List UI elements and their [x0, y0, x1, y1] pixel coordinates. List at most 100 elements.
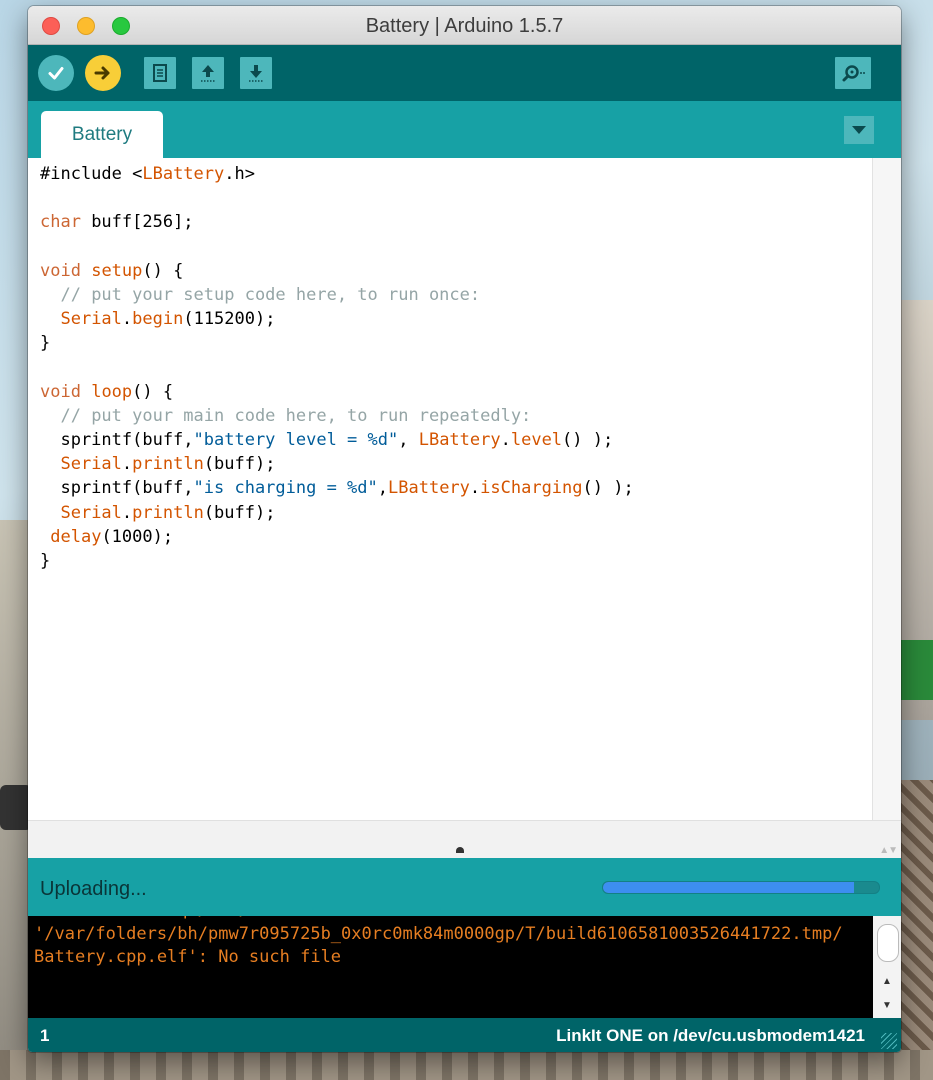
code-token: loop	[91, 381, 133, 402]
down-arrow-icon	[249, 65, 263, 82]
editor-horizontal-scrollbar[interactable]: ▲▼	[28, 820, 901, 859]
scroll-down-icon[interactable]: ▼	[877, 996, 897, 1014]
verify-button[interactable]	[38, 55, 74, 91]
code-token: (buff);	[203, 454, 276, 475]
code-token: }	[40, 333, 51, 354]
code-line[interactable]	[40, 356, 873, 380]
console-text: ust-1.0.0-2014q2/bin/arm-none-eabi-size:…	[34, 916, 843, 970]
scroll-arrows-icon[interactable]: ▲▼	[879, 845, 898, 856]
code-token: begin	[132, 309, 184, 330]
desktop-background-rails	[0, 1050, 933, 1080]
code-token: setup	[91, 260, 143, 281]
code-token: println	[132, 502, 204, 523]
console-output[interactable]: ust-1.0.0-2014q2/bin/arm-none-eabi-size:…	[28, 916, 873, 1018]
save-sketch-button[interactable]	[240, 57, 272, 89]
code-token: ,	[398, 430, 419, 451]
console-line: '/var/folders/bh/pmw7r095725b_0x0rc0mk84…	[34, 923, 843, 944]
current-line-number: 1	[40, 1026, 50, 1045]
code-token: Serial	[60, 454, 122, 475]
code-token: void	[40, 381, 81, 402]
code-token: (1000);	[101, 526, 174, 547]
code-token: (115200);	[183, 309, 276, 330]
code-line[interactable]: }	[40, 549, 873, 573]
footer-bar: 1 LinkIt ONE on /dev/cu.usbmodem1421	[28, 1018, 901, 1052]
code-token: #include <	[40, 164, 143, 184]
code-token: LBattery	[388, 478, 470, 499]
code-token: sprintf(buff,	[40, 430, 194, 451]
resize-grip-icon[interactable]	[881, 1033, 897, 1049]
code-token: println	[132, 454, 204, 475]
split-divider-handle[interactable]	[456, 847, 464, 853]
code-line[interactable]: delay(1000);	[40, 525, 873, 549]
code-token: sprintf(buff,	[40, 478, 194, 499]
toolbar	[28, 45, 901, 101]
code-line[interactable]: sprintf(buff,"is charging = %d",LBattery…	[40, 476, 873, 500]
serial-monitor-button[interactable]	[835, 57, 871, 89]
code-token: Serial	[60, 502, 122, 523]
code-token: delay	[50, 526, 102, 547]
new-sketch-button[interactable]	[144, 57, 176, 89]
code-line[interactable]	[40, 235, 873, 259]
code-token: "battery level = %d"	[193, 430, 399, 451]
code-line[interactable]: Serial.println(buff);	[40, 452, 873, 476]
open-sketch-button[interactable]	[192, 57, 224, 89]
code-line[interactable]	[40, 186, 873, 210]
up-arrow-icon	[201, 65, 215, 82]
code-token: buff[256];	[80, 212, 194, 233]
document-icon	[153, 64, 167, 82]
code-token: .	[121, 502, 133, 523]
code-token: // put your setup code here, to run once…	[60, 284, 481, 305]
code-token: .	[469, 478, 481, 499]
code-line[interactable]: // put your setup code here, to run once…	[40, 283, 873, 307]
code-token: void	[40, 260, 81, 281]
code-line[interactable]: #include <LBattery.h>	[40, 162, 873, 186]
code-token: (buff);	[203, 502, 276, 523]
tab-bar: Battery	[28, 101, 901, 159]
code-editor[interactable]: #include <LBattery.h> char buff[256]; vo…	[28, 158, 873, 820]
code-line[interactable]: Serial.println(buff);	[40, 501, 873, 525]
board-port-label: LinkIt ONE on /dev/cu.usbmodem1421	[556, 1026, 865, 1045]
code-line[interactable]: sprintf(buff,"battery level = %d", LBatt…	[40, 428, 873, 452]
console-scrollbar[interactable]: ▲ ▼	[873, 916, 901, 1018]
code-line[interactable]: char buff[256];	[40, 210, 873, 234]
code-token: () {	[132, 381, 174, 402]
code-line[interactable]: void loop() {	[40, 380, 873, 404]
chevron-down-icon	[852, 126, 866, 134]
title-bar[interactable]: Battery | Arduino 1.5.7	[28, 6, 901, 45]
console-line: Battery.cpp.elf': No such file	[34, 947, 342, 967]
code-token: ,	[377, 478, 389, 499]
checkmark-icon	[48, 67, 64, 80]
magnifier-icon	[842, 65, 865, 82]
editor-vertical-scrollbar[interactable]	[872, 158, 901, 820]
code-token: () {	[142, 260, 184, 281]
arduino-window: Battery | Arduino 1.5.7 Battery #include…	[28, 6, 901, 1052]
code-line[interactable]: Serial.begin(115200);	[40, 307, 873, 331]
code-token: isCharging	[480, 478, 583, 499]
status-message: Uploading...	[40, 878, 147, 900]
code-token: .	[121, 454, 133, 475]
code-line[interactable]: }	[40, 331, 873, 355]
status-bar: Uploading...	[28, 858, 901, 916]
code-text[interactable]: #include <LBattery.h> char buff[256]; vo…	[28, 158, 873, 573]
code-token: () );	[582, 478, 634, 499]
code-line[interactable]: // put your main code here, to run repea…	[40, 404, 873, 428]
upload-button[interactable]	[85, 55, 121, 91]
window-title: Battery | Arduino 1.5.7	[365, 15, 564, 37]
code-token: }	[40, 551, 51, 571]
code-token: char	[40, 212, 81, 233]
code-line[interactable]: void setup() {	[40, 259, 873, 283]
tab-battery[interactable]: Battery	[41, 111, 163, 159]
code-token: LBattery	[418, 430, 501, 451]
code-token: () );	[562, 430, 614, 451]
scroll-up-icon[interactable]: ▲	[877, 972, 897, 990]
code-token: level	[510, 430, 563, 451]
tab-menu-button[interactable]	[844, 116, 874, 144]
console-scroll-thumb[interactable]	[877, 924, 899, 962]
